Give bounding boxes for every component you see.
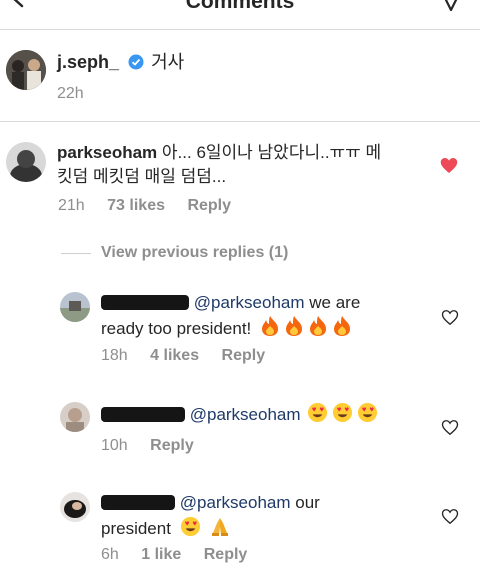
- avatar[interactable]: [6, 50, 46, 90]
- redacted-username: [101, 407, 185, 422]
- fire-emoji-icon: [260, 316, 356, 338]
- avatar[interactable]: [60, 402, 90, 432]
- reply-text-line1: we are: [304, 293, 361, 312]
- comment-username[interactable]: parkseoham: [57, 143, 157, 162]
- verified-badge-icon: [128, 54, 144, 70]
- reply-time: 10h: [101, 437, 128, 454]
- reply-button[interactable]: Reply: [222, 347, 266, 364]
- comment-likes[interactable]: 73 likes: [107, 197, 165, 214]
- comments-header: Comments: [0, 0, 480, 30]
- folded-hands-emoji-icon: [209, 518, 235, 538]
- reply-button[interactable]: Reply: [150, 437, 194, 454]
- heart-outline-icon[interactable]: [441, 508, 459, 525]
- reply-time: 18h: [101, 347, 128, 364]
- heart-eyes-emoji-icon: [307, 402, 382, 424]
- comment-time: 21h: [58, 197, 85, 214]
- reply-button[interactable]: Reply: [187, 197, 231, 214]
- heart-filled-icon[interactable]: [440, 157, 458, 174]
- heart-eyes-emoji-icon: [180, 516, 210, 538]
- comment-text-line2: 킷덤 메킷덤 매일 덤덤...: [57, 167, 227, 186]
- reply-text-line2: ready too president!: [101, 319, 252, 338]
- mention-link[interactable]: @parkseoham: [180, 493, 291, 512]
- reply-time: 6h: [101, 546, 119, 563]
- post-caption: j.seph_ 거사 22h: [0, 30, 480, 122]
- caption-username[interactable]: j.seph_: [57, 52, 119, 72]
- reply-likes[interactable]: 4 likes: [150, 347, 199, 364]
- send-icon[interactable]: [438, 0, 464, 12]
- caption-text: 거사: [151, 52, 185, 72]
- reply-button[interactable]: Reply: [204, 546, 248, 563]
- avatar[interactable]: [60, 292, 90, 322]
- heart-outline-icon[interactable]: [441, 309, 459, 326]
- avatar[interactable]: [60, 492, 90, 522]
- heart-outline-icon[interactable]: [441, 419, 459, 436]
- page-title: Comments: [185, 0, 295, 13]
- redacted-username: [101, 295, 189, 310]
- redacted-username: [101, 495, 175, 510]
- reply-likes[interactable]: 1 like: [141, 546, 181, 563]
- mention-link[interactable]: @parkseoham: [190, 405, 301, 424]
- view-previous-replies-button[interactable]: View previous replies (1): [101, 244, 288, 261]
- caption-time: 22h: [57, 85, 84, 102]
- mention-link[interactable]: @parkseoham: [194, 293, 305, 312]
- comment-text-line1: 아... 6일이나 남았다니..ㅠㅠ 메: [161, 143, 382, 162]
- reply-text-line1: our: [290, 493, 320, 512]
- replies-divider: [61, 253, 91, 254]
- avatar[interactable]: [6, 142, 46, 182]
- reply-text-line2: president: [101, 519, 171, 538]
